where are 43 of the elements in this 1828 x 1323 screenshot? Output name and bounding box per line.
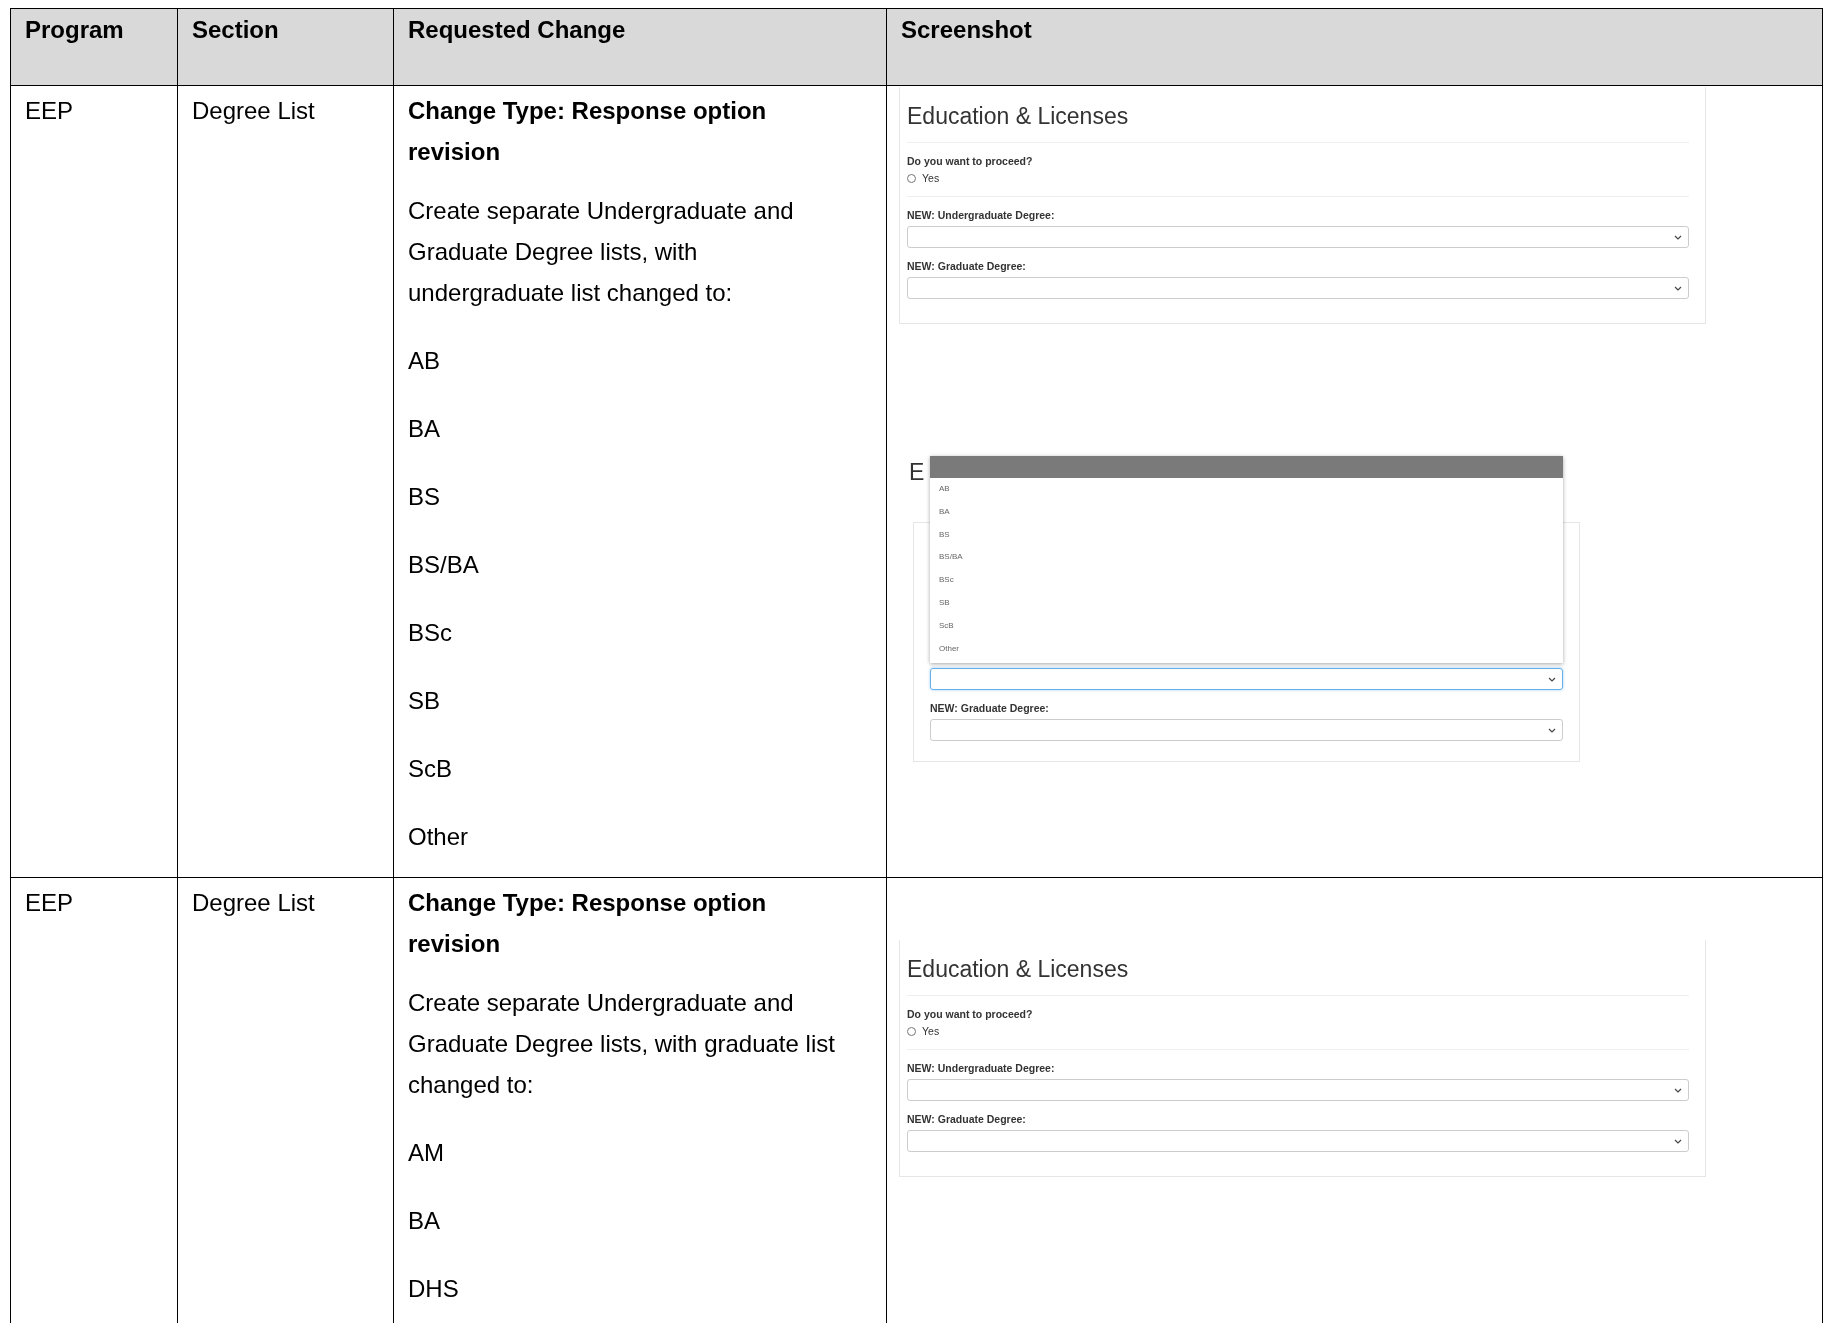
dropdown-option[interactable]: AB [930, 478, 1563, 501]
dropdown-option[interactable]: BSc [930, 569, 1563, 592]
option-text: ScB [408, 754, 453, 784]
dropdown-option[interactable]: BS/BA [930, 546, 1563, 570]
program-cell-text: EEP [25, 96, 75, 126]
change-description: Create separate Undergraduate and Graduate Degree lists, with undergraduate list changed to: [408, 196, 795, 308]
option-text: BA [408, 414, 441, 444]
field-label: NEW: Graduate Degree: [907, 1113, 1027, 1125]
form-title: Education & Licenses [907, 97, 1689, 143]
option-text: AM [408, 1138, 445, 1168]
change-description: Create separate Undergraduate and Graduate Degree lists, with graduate list changed to: [408, 988, 836, 1100]
option-text: Other [408, 822, 470, 852]
form-title: E [909, 459, 925, 485]
option-text: DHS [408, 1274, 460, 1304]
field-label: NEW: Undergraduate Degree: [907, 209, 1056, 221]
question-label: Do you want to proceed? [907, 155, 1034, 167]
section-cell-text: Degree List [192, 96, 316, 126]
column-header: Screenshot [887, 9, 1823, 86]
question-label: Do you want to proceed? [907, 1008, 1034, 1020]
field-label: NEW: Undergraduate Degree: [907, 1062, 1056, 1074]
field-label: NEW: Graduate Degree: [930, 702, 1050, 714]
option-text: SB [408, 686, 441, 716]
option-text: BS/BA [408, 550, 480, 580]
dropdown-option[interactable]: BA [930, 500, 1563, 524]
field-label: NEW: Graduate Degree: [907, 260, 1027, 272]
radio-label: Yes [922, 172, 940, 184]
change-type-text: Change Type: Response option revision [408, 888, 768, 959]
radio-label: Yes [922, 1025, 940, 1037]
change-type-text: Change Type: Response option revision [408, 96, 768, 167]
dropdown-option[interactable]: BS [930, 523, 1563, 547]
dropdown-option[interactable]: ScB [930, 614, 1563, 638]
option-text: AB [408, 346, 441, 376]
option-text: BS [408, 482, 441, 512]
option-text: BSc [408, 618, 453, 648]
dropdown-option[interactable]: Other [930, 637, 1563, 661]
column-header: Requested Change [394, 9, 887, 86]
form-title: Education & Licenses [907, 950, 1689, 996]
section-cell-text: Degree List [192, 888, 316, 918]
dropdown-option[interactable]: SB [930, 592, 1563, 615]
column-header: Section [178, 9, 394, 86]
column-header: Program [11, 9, 178, 86]
program-cell-text: EEP [25, 888, 75, 918]
option-text: BA [408, 1206, 441, 1236]
